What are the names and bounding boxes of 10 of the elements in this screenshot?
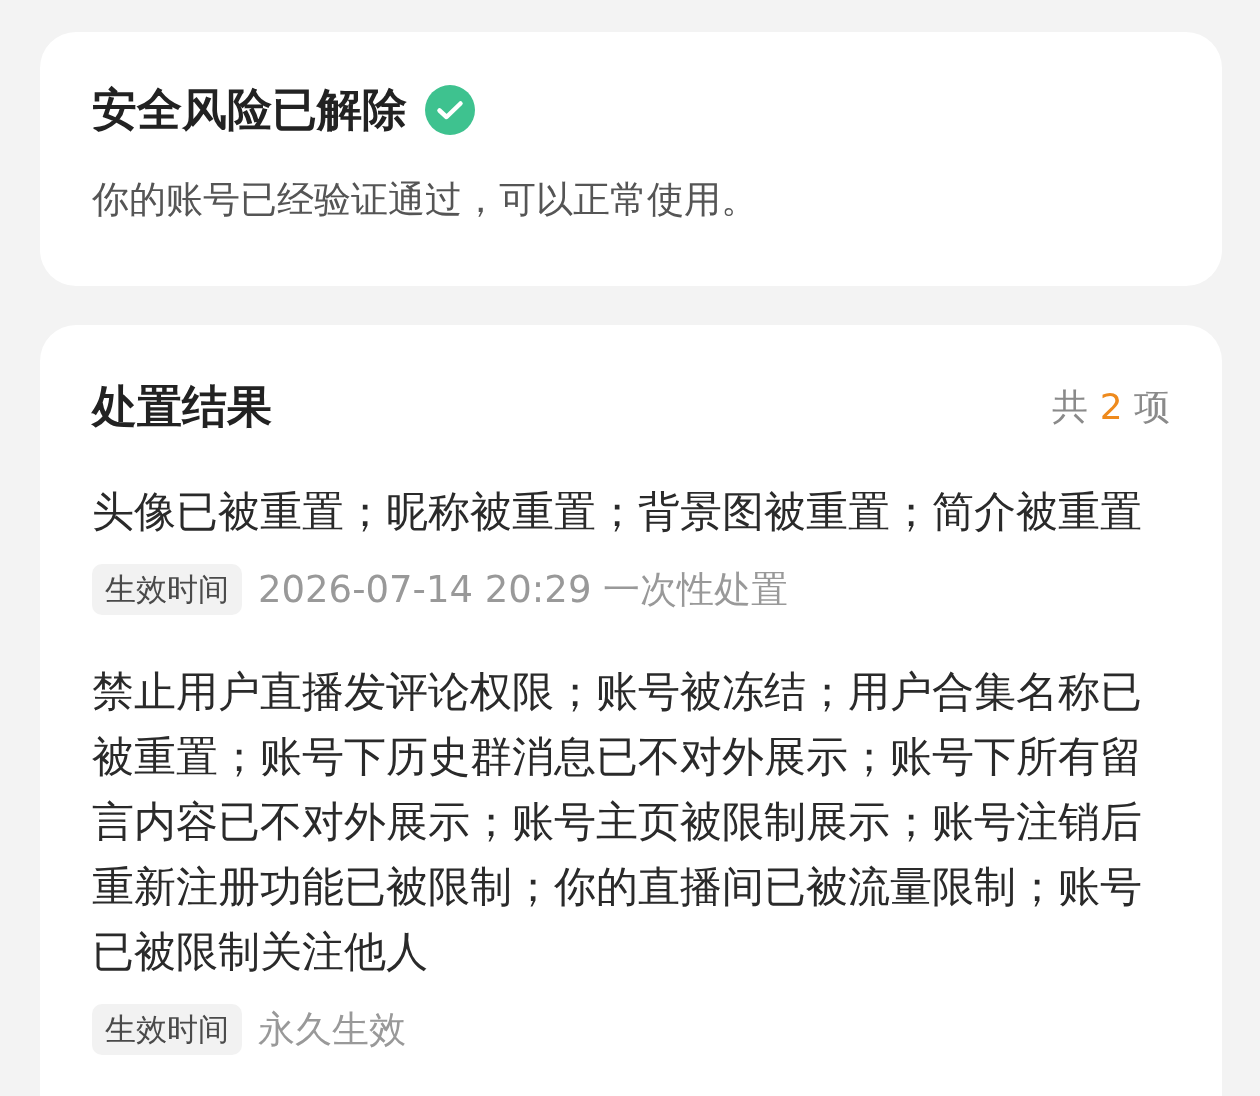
penalty-text: 禁止用户直播发评论权限；账号被冻结；用户合集名称已被重置；账号下历史群消息已不对外展示；账号下所有留言内容已不对外展示；账号主页被限制展示；账号注销后重新注册功能已被限制；你的直播间已被流量限制；账号已被限制关注他人 — [92, 666, 1143, 978]
results-title: 处置结果 — [92, 381, 272, 433]
effective-time-text: 永久生效 — [258, 1007, 406, 1053]
effective-time-tag: 生效时间 — [92, 564, 242, 615]
penalty-text: 头像已被重置；昵称被重置；背景图被重置；简介被重置 — [92, 486, 1143, 538]
status-title: 安全风险已解除 — [92, 84, 407, 136]
item-count: 共 2 项 — [1052, 385, 1170, 429]
effective-time-tag: 生效时间 — [92, 1004, 242, 1055]
status-message: 你的账号已经验证通过，可以正常使用。 — [92, 177, 759, 223]
effective-time-text: 2026-07-14 20:29 一次性处置 — [258, 567, 789, 613]
